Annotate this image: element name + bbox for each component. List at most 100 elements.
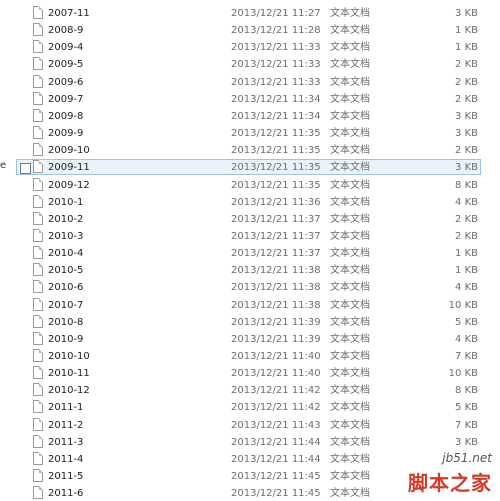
file-type: 文本文档 [330,351,370,362]
file-name[interactable]: 2010-11 [48,365,90,382]
file-date-modified: 2013/12/21 11:35 [231,162,321,174]
file-name[interactable]: 2011-3 [48,434,83,451]
file-date-modified: 2013/12/21 11:35 [231,179,321,191]
file-type: 文本文档 [330,471,370,483]
file-name[interactable]: 2009-10 [48,142,90,159]
file-name[interactable]: 2009-12 [48,177,90,194]
text-document-icon [33,74,43,88]
text-document-icon [33,91,43,105]
file-row[interactable]: 2009-7 2013/12/21 11:34 文本文档 2 KB [0,91,500,108]
file-name[interactable]: 2010-10 [48,348,90,365]
file-row[interactable]: 2010-6 2013/12/21 11:38 文本文档 4 KB [0,279,500,296]
file-name[interactable]: 2009-5 [48,56,83,73]
text-document-icon [33,40,43,54]
file-row[interactable]: 2011-2 2013/12/21 11:43 文本文档 7 KB [0,417,500,434]
file-row[interactable]: 2009-4 2013/12/21 11:33 文本文档 1 KB [0,39,500,56]
file-row[interactable]: 2008-9 2013/12/21 11:28 文本文档 1 KB [0,22,500,39]
file-date-modified: 2013/12/21 11:34 [231,110,321,122]
file-name[interactable]: 2010-1 [48,194,83,211]
text-document-icon [33,194,43,208]
file-name[interactable]: 2010-2 [48,211,83,228]
file-name[interactable]: 2011-5 [48,468,83,485]
file-row[interactable]: 2010-7 2013/12/21 11:38 文本文档 10 KB [0,297,500,314]
file-row[interactable]: 2010-8 2013/12/21 11:39 文本文档 5 KB [0,314,500,331]
file-name[interactable]: 2010-7 [48,297,83,314]
text-document-icon [33,143,43,157]
file-name[interactable]: 2009-4 [48,39,83,56]
file-row[interactable]: 2010-4 2013/12/21 11:37 文本文档 1 KB [0,245,500,262]
text-document-icon [33,263,43,277]
file-row[interactable]: 2010-11 2013/12/21 11:40 文本文档 10 KB [0,365,500,382]
file-date-modified: 2013/12/21 11:36 [231,196,321,208]
file-date-modified: 2013/12/21 11:44 [231,453,321,465]
file-type: 文本文档 [330,8,370,19]
file-name[interactable]: 2010-8 [48,314,83,331]
file-name[interactable]: 2011-2 [48,417,83,434]
file-date-modified: 2013/12/21 11:44 [231,436,321,448]
file-row[interactable]: 2009-9 2013/12/21 11:35 文本文档 3 KB [0,125,500,142]
file-row[interactable]: 2010-5 2013/12/21 11:38 文本文档 1 KB [0,262,500,279]
text-document-icon [33,486,43,500]
file-name[interactable]: 2011-1 [48,399,83,416]
file-name[interactable]: 2011-6 [48,485,83,501]
file-name[interactable]: 2009-6 [48,74,83,91]
file-row[interactable]: 2009-5 2013/12/21 11:33 文本文档 2 KB [0,56,500,73]
file-row[interactable]: 2009-6 2013/12/21 11:33 文本文档 2 KB [0,74,500,91]
file-size: 7 KB [455,419,478,431]
text-document-icon [33,383,43,397]
file-row[interactable]: 2010-9 2013/12/21 11:39 文本文档 4 KB [0,331,500,348]
text-document-icon [33,246,43,260]
file-type: 文本文档 [330,76,370,88]
file-date-modified: 2013/12/21 11:43 [231,419,321,431]
text-document-icon [33,331,43,345]
file-date-modified: 2013/12/21 11:37 [231,248,321,260]
select-checkbox[interactable] [20,163,31,175]
file-row[interactable]: 2009-12 2013/12/21 11:35 文本文档 8 KB [0,177,500,194]
file-name[interactable]: 2010-5 [48,262,83,279]
file-type: 文本文档 [330,248,370,260]
file-row[interactable]: 2009-11 2013/12/21 11:35 文本文档 3 KB [0,159,500,176]
file-row[interactable]: 2010-2 2013/12/21 11:37 文本文档 2 KB [0,211,500,228]
text-document-icon [33,108,43,122]
file-row[interactable]: 2007-11 2013/12/21 11:27 文本文档 3 KB [0,5,500,22]
file-name[interactable]: 2010-4 [48,245,83,262]
file-size: 8 KB [455,179,478,191]
file-name[interactable]: 2009-9 [48,125,83,142]
file-type: 文本文档 [330,42,370,54]
file-name[interactable]: 2009-7 [48,91,83,108]
file-size: 2 KB [455,230,478,242]
file-type: 文本文档 [330,59,370,71]
file-name[interactable]: 2011-4 [48,451,83,468]
file-type: 文本文档 [330,265,370,277]
file-type: 文本文档 [330,299,370,311]
file-name[interactable]: 2007-11 [48,5,90,22]
file-row[interactable]: 2009-10 2013/12/21 11:35 文本文档 2 KB [0,142,500,159]
file-date-modified: 2013/12/21 11:35 [231,128,321,140]
file-name[interactable]: 2010-6 [48,279,83,296]
file-name[interactable]: 2010-12 [48,382,90,399]
file-size: 3 KB [455,8,478,19]
file-row[interactable]: 2010-12 2013/12/21 11:42 文本文档 8 KB [0,382,500,399]
file-name[interactable]: 2009-11 [48,159,90,176]
file-date-modified: 2013/12/21 11:33 [231,59,321,71]
file-type: 文本文档 [330,402,370,414]
file-size: 3 KB [455,128,478,140]
text-document-icon [33,126,43,140]
file-date-modified: 2013/12/21 11:38 [231,265,321,277]
file-date-modified: 2013/12/21 11:40 [231,351,321,362]
file-date-modified: 2013/12/21 11:42 [231,385,321,397]
file-row[interactable]: 2011-1 2013/12/21 11:42 文本文档 5 KB [0,399,500,416]
text-document-icon [33,160,43,174]
file-date-modified: 2013/12/21 11:35 [231,145,321,157]
file-row[interactable]: 2010-1 2013/12/21 11:36 文本文档 4 KB [0,194,500,211]
file-row[interactable]: 2010-3 2013/12/21 11:37 文本文档 2 KB [0,228,500,245]
file-name[interactable]: 2009-8 [48,108,83,125]
file-name[interactable]: 2010-9 [48,331,83,348]
file-size: 7 KB [455,351,478,362]
file-type: 文本文档 [330,453,370,465]
file-name[interactable]: 2008-9 [48,22,83,39]
file-name[interactable]: 2010-3 [48,228,83,245]
file-row[interactable]: 2009-8 2013/12/21 11:34 文本文档 3 KB [0,108,500,125]
file-row[interactable]: 2010-10 2013/12/21 11:40 文本文档 7 KB [0,348,500,365]
file-size: 5 KB [455,402,478,414]
